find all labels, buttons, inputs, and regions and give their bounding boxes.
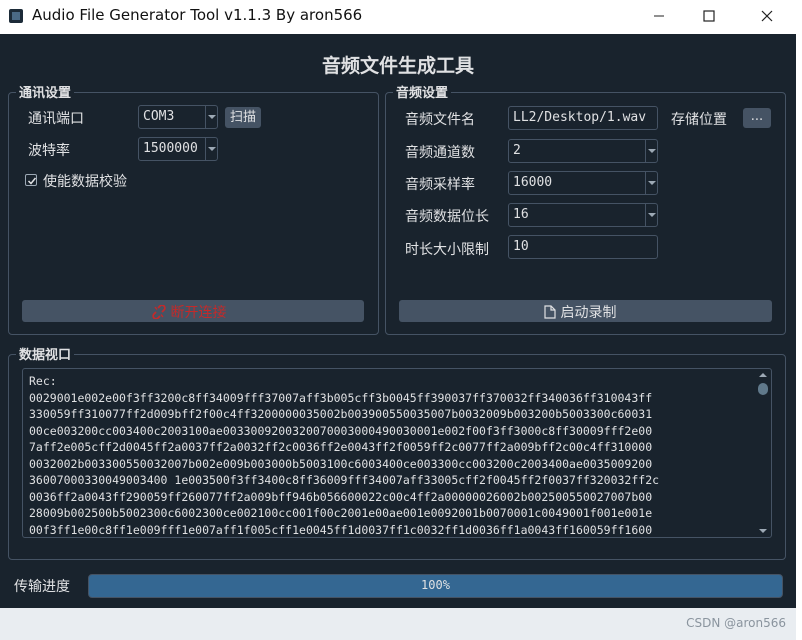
- data-line: 00f3ff1e00c8ff1e009fff1e007aff1f005cff1e…: [29, 522, 653, 537]
- duration-label: 时长大小限制: [405, 242, 489, 258]
- scroll-up-icon[interactable]: [759, 373, 767, 377]
- window-titlebar[interactable]: Audio File Generator Tool v1.1.3 By aron…: [0, 0, 802, 34]
- sample-rate-select[interactable]: 16000: [508, 171, 658, 195]
- app-icon: [8, 8, 24, 24]
- scroll-down-icon[interactable]: [759, 529, 767, 533]
- progress-text: 100%: [421, 578, 450, 592]
- page-title: 音频文件生成工具: [321, 55, 474, 77]
- duration-input[interactable]: 10: [508, 235, 658, 259]
- channels-select-value: 2: [513, 143, 521, 158]
- start-recording-label: 启动录制: [560, 305, 617, 321]
- data-line: Rec:: [29, 374, 57, 388]
- baud-label: 波特率: [28, 143, 70, 159]
- data-line: 0036ff2a0043ff290059ff260077ff2a009bff94…: [29, 489, 653, 504]
- filename-input[interactable]: LL2/Desktop/1.wav: [508, 106, 658, 130]
- close-button[interactable]: [744, 0, 790, 32]
- chevron-down-icon: [645, 140, 657, 162]
- disconnect-button[interactable]: 断开连接: [22, 300, 364, 322]
- main-window-body: 音频文件生成工具 通讯设置 通讯端口 COM3 扫描 波特率 1500000 使…: [0, 34, 796, 608]
- watermark: CSDN @aron566: [686, 616, 786, 630]
- chevron-down-icon: [205, 106, 217, 128]
- port-select-value: COM3: [143, 109, 175, 124]
- comm-settings-title: 通讯设置: [16, 82, 75, 101]
- checksum-label: 使能数据校验: [43, 174, 127, 190]
- port-select[interactable]: COM3: [138, 105, 218, 129]
- sample-rate-label: 音频采样率: [405, 177, 475, 193]
- channels-label: 音频通道数: [405, 145, 475, 161]
- unlink-icon: [152, 304, 166, 320]
- scan-button[interactable]: 扫描: [225, 107, 261, 128]
- checksum-checkbox[interactable]: [25, 174, 37, 186]
- maximize-icon: [703, 10, 715, 22]
- port-label: 通讯端口: [28, 111, 84, 127]
- bit-depth-select-value: 16: [513, 207, 529, 222]
- chevron-down-icon: [645, 172, 657, 194]
- data-line: 0029001e002e00f3ff3200c8ff34009fff37007a…: [29, 390, 653, 405]
- bit-depth-label: 音频数据位长: [405, 209, 489, 225]
- window-title: Audio File Generator Tool v1.1.3 By aron…: [32, 6, 363, 24]
- data-output-content: Rec: 0029001e002e00f3ff3200c8ff34009fff37…: [29, 373, 749, 537]
- vertical-scrollbar[interactable]: [757, 373, 769, 533]
- data-line: 28009b002500b5002300c6002300ce002100cc00…: [29, 506, 653, 520]
- channels-select[interactable]: 2: [508, 139, 658, 163]
- filename-input-value: LL2/Desktop/1.wav: [513, 110, 647, 125]
- baud-select-value: 1500000: [143, 141, 198, 156]
- transfer-progress-bar: 100%: [88, 574, 783, 598]
- progress-label: 传输进度: [14, 579, 70, 595]
- minimize-icon: [654, 15, 664, 17]
- bottom-strip: CSDN @aron566: [0, 608, 796, 640]
- filename-label: 音频文件名: [405, 112, 475, 128]
- disconnect-label: 断开连接: [170, 305, 227, 321]
- data-line: 36007000330049003400 1e003500f3ff3400c8f…: [29, 473, 660, 487]
- file-icon: [544, 305, 556, 319]
- scrollbar-handle[interactable]: [758, 383, 768, 395]
- browse-button[interactable]: ...: [743, 108, 771, 128]
- baud-select[interactable]: 1500000: [138, 137, 218, 161]
- start-recording-button[interactable]: 启动录制: [399, 300, 772, 322]
- chevron-down-icon: [205, 138, 217, 160]
- chevron-down-icon: [645, 204, 657, 226]
- close-icon: [761, 10, 773, 22]
- window-right-edge: [796, 34, 802, 640]
- duration-input-value: 10: [513, 239, 529, 254]
- bit-depth-select[interactable]: 16: [508, 203, 658, 227]
- data-line: 330059ff310077ff2d009bff2f00c4ff32000000…: [29, 407, 653, 421]
- audio-settings-title: 音频设置: [393, 82, 452, 101]
- save-location-label: 存储位置: [671, 112, 727, 128]
- maximize-button[interactable]: [686, 0, 732, 32]
- data-view-title: 数据视口: [16, 344, 75, 363]
- sample-rate-select-value: 16000: [513, 175, 553, 190]
- minimize-button[interactable]: [636, 0, 682, 32]
- checkmark-icon: [27, 177, 37, 185]
- data-output-textarea[interactable]: Rec: 0029001e002e00f3ff3200c8ff34009fff37…: [22, 368, 772, 538]
- data-line: 7aff2e005cff2d0045ff2a0037ff2a0032ff2c00…: [29, 440, 653, 454]
- data-line: 00ce003200cc003400c2003100ae003300920032…: [29, 423, 653, 438]
- data-line: 0032002b003300550032007b002e009b003000b5…: [29, 456, 653, 471]
